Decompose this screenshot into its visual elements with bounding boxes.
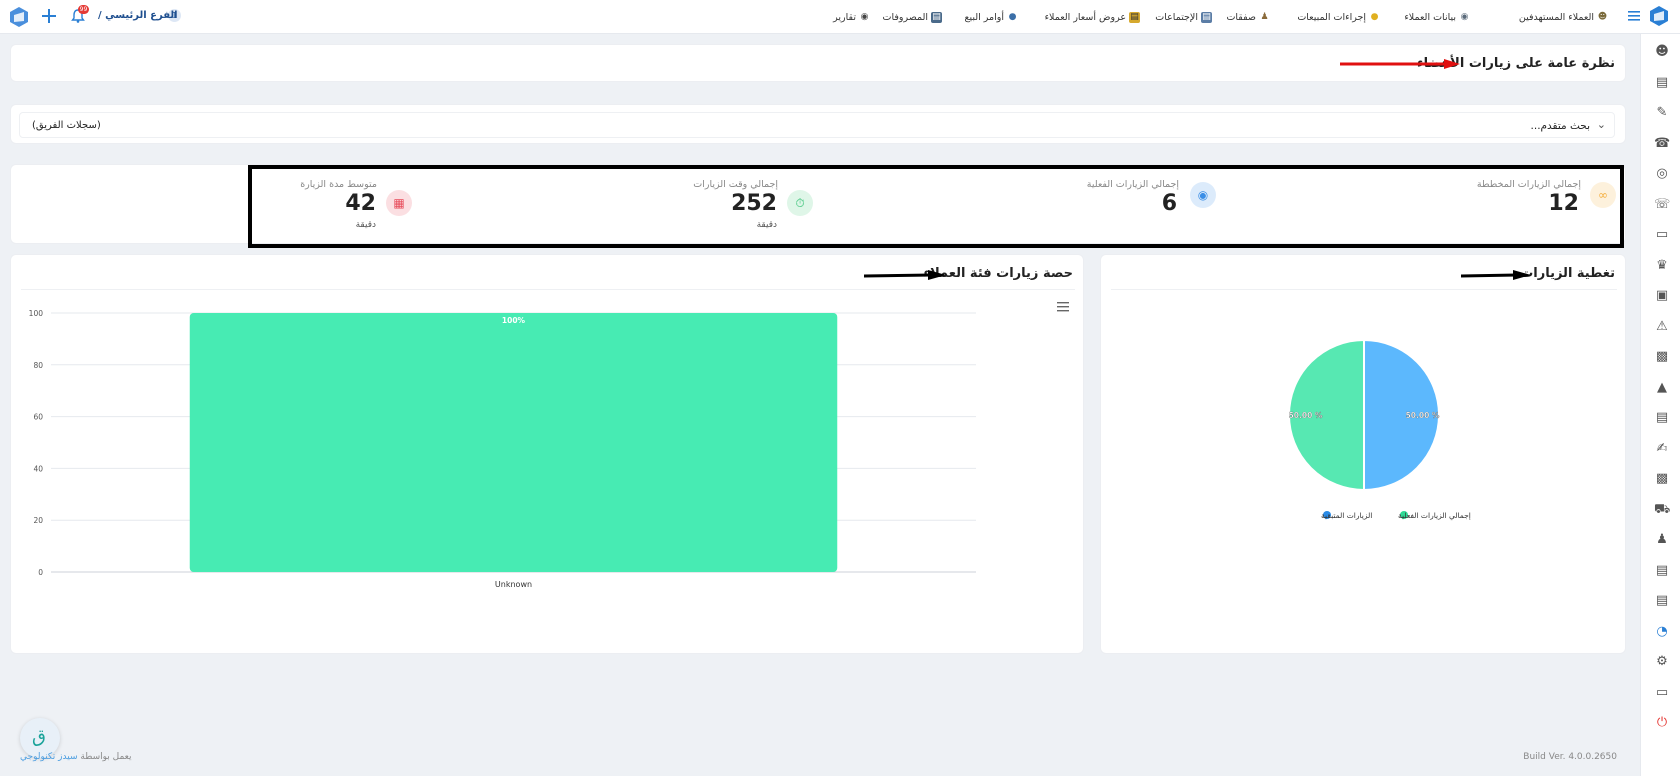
share-card: حصة زيارات فئة العملاء 0 20 40 60 80 100 100% U…	[10, 254, 1084, 654]
device-icon[interactable]: ▩	[1654, 349, 1670, 365]
user-logo-icon[interactable]	[10, 7, 28, 27]
road-icon[interactable]: ▲	[1654, 380, 1670, 396]
card-icon[interactable]: ▭	[1654, 227, 1670, 243]
stat-value: 6	[1161, 191, 1177, 216]
people-group-icon: ☻	[1597, 11, 1608, 22]
power-icon[interactable]: ⏻	[1654, 715, 1670, 731]
eye-icon: ◉	[1190, 182, 1216, 208]
branch-selector[interactable]: الفرع الرئيسي /	[98, 10, 178, 21]
app-logo[interactable]	[1650, 6, 1668, 26]
y-tick-label: 20	[33, 516, 43, 525]
menu-toggle-icon[interactable]	[1628, 10, 1640, 22]
stat-unit: دقيقة	[756, 220, 777, 230]
quotation-icon: ▤	[1129, 11, 1140, 23]
lightbulb-icon: ●	[1370, 11, 1379, 22]
stopwatch-icon: ⏱	[787, 190, 813, 216]
pie-data-label: 50.00 %	[1289, 411, 1323, 420]
y-tick-label: 0	[38, 568, 43, 577]
y-tick-label: 100	[29, 309, 44, 318]
stat-unit: دقيقة	[355, 220, 376, 230]
contract-icon[interactable]: ✎	[1654, 105, 1670, 121]
presentation-board-icon: ▤	[1201, 11, 1212, 23]
nav-item-target-customers[interactable]: ☻ العملاء المستهدفين	[1519, 10, 1608, 24]
receipt-icon[interactable]: ▤	[1654, 563, 1670, 579]
coverage-card: تغطية الزيارات 50.00 % 50.00 % إجمالي الزي…	[1100, 254, 1626, 654]
share-annotation-arrow	[863, 270, 946, 280]
document-icon[interactable]: ▤	[1654, 75, 1670, 91]
user-transfer-icon[interactable]: ♟	[1654, 532, 1670, 548]
stats-highlight-box	[248, 165, 1624, 248]
stat-label: إجمالي وقت الزيارات	[693, 179, 778, 190]
money-bag-icon: ●	[1008, 11, 1017, 22]
coverage-title: تغطية الزيارات	[1520, 266, 1615, 281]
nav-item-quotations[interactable]: ▤ عروض أسعار العملاء	[1045, 10, 1140, 24]
top-bar: ☻ العملاء المستهدفين ◉ بيانات العملاء ● …	[0, 0, 1680, 34]
printer-icon[interactable]: ▩	[1654, 471, 1670, 487]
invoice-icon[interactable]: ▤	[1654, 410, 1670, 426]
advanced-search-label: بحث متقدم...	[1530, 120, 1590, 132]
x-tick-label: Unknown	[495, 580, 532, 589]
divider	[1111, 289, 1617, 290]
bar[interactable]	[189, 313, 838, 572]
company-link[interactable]: سيدز تكنولوجي	[20, 752, 78, 762]
team-icon[interactable]: ♛	[1654, 258, 1670, 274]
y-tick-label: 60	[33, 413, 43, 422]
cash-icon[interactable]: ▣	[1654, 288, 1670, 304]
build-version: Build Ver. 4.0.0.2650	[1523, 752, 1617, 762]
chevron-down-icon: ⌄	[1596, 118, 1606, 131]
nav-item-meetings[interactable]: ▤ الإجتماعات	[1155, 10, 1212, 24]
pie-data-label: 50.00 %	[1406, 411, 1440, 420]
y-tick-label: 40	[33, 464, 43, 473]
y-tick-label: 80	[33, 361, 43, 370]
stat-label: إجمالي الزيارات المخططة	[1476, 179, 1581, 190]
stat-value: 252	[731, 191, 777, 216]
phone-icon[interactable]: ☎	[1654, 136, 1670, 152]
nav-item-sales-procedures[interactable]: ● إجراءات المبيعات	[1297, 10, 1380, 24]
notification-count-badge: 99	[78, 5, 89, 14]
legend-label[interactable]: إجمالي الزيارات الفعلية	[1398, 511, 1471, 520]
settings-icon[interactable]: ⚙	[1654, 654, 1670, 670]
deals-icon: ♟	[1260, 11, 1269, 22]
title-annotation-arrow	[1340, 59, 1460, 69]
coverage-pie-chart: 50.00 % 50.00 % إجمالي الزيارات الفعلية الز…	[1288, 338, 1471, 520]
chat-icon: ق	[32, 726, 46, 747]
nav-item-expenses[interactable]: ▤ المصروفات	[883, 10, 942, 24]
reports-icon: ◉	[860, 11, 869, 22]
stat-value: 12	[1548, 191, 1579, 216]
window-icon[interactable]: ▭	[1654, 685, 1670, 701]
stat-label: إجمالي الزيارات الفعلية	[1086, 179, 1179, 190]
chart-icon[interactable]: ◔	[1654, 624, 1670, 640]
add-button[interactable]	[40, 7, 58, 25]
signature-icon[interactable]: ✍	[1654, 441, 1670, 457]
nav-item-customer-data[interactable]: ◉ بيانات العملاء	[1404, 10, 1470, 24]
share-bar-chart: 0 20 40 60 80 100 100% Unknown	[29, 309, 976, 589]
page-title-card: نظرة عامة على زيارات الأعضاء	[10, 44, 1626, 82]
divider	[21, 289, 1075, 290]
telephone-icon[interactable]: ☏	[1654, 197, 1670, 213]
users-icon[interactable]: ☻	[1654, 44, 1670, 60]
search-card: ⌄ بحث متقدم... (سجلات الفريق)	[10, 104, 1626, 144]
calendar-icon: ▦	[386, 190, 412, 216]
report-icon[interactable]: ▤	[1654, 593, 1670, 609]
target-icon[interactable]: ◎	[1654, 166, 1670, 182]
truck-icon[interactable]: ⛟	[1654, 502, 1670, 518]
coverage-annotation-arrow	[1460, 270, 1531, 280]
right-sidebar: ☻ ▤ ✎ ☎ ◎ ☏ ▭ ♛ ▣ ⚠ ▩ ▲ ▤ ✍ ▩ ⛟ ♟ ▤ ▤ ◔ ⚙ ▭ ⏻	[1640, 34, 1680, 776]
bar-data-label: 100%	[502, 316, 526, 325]
nav-item-reports[interactable]: ◉ تقارير	[833, 10, 870, 24]
team-records-label: (سجلات الفريق)	[32, 120, 101, 131]
notifications-button[interactable]: 99	[70, 5, 89, 24]
expenses-icon: ▤	[931, 11, 942, 23]
stat-label: متوسط مدة الزيارة	[300, 179, 377, 190]
stat-value: 42	[345, 191, 376, 216]
nav-item-sales-orders[interactable]: ● أوامر البيع	[964, 10, 1018, 24]
nav-item-deals[interactable]: ♟ صفقات	[1226, 10, 1270, 24]
link-icon: ∞	[1590, 182, 1616, 208]
legend-label[interactable]: الزيارات المتبقية	[1321, 511, 1372, 520]
plus-icon	[42, 9, 56, 23]
advanced-search-toggle[interactable]: ⌄ بحث متقدم... (سجلات الفريق)	[19, 112, 1615, 138]
customer-data-icon: ◉	[1460, 11, 1469, 22]
warning-icon[interactable]: ⚠	[1654, 319, 1670, 335]
powered-by: يعمل بواسطة سيدز تكنولوجي	[20, 752, 132, 762]
